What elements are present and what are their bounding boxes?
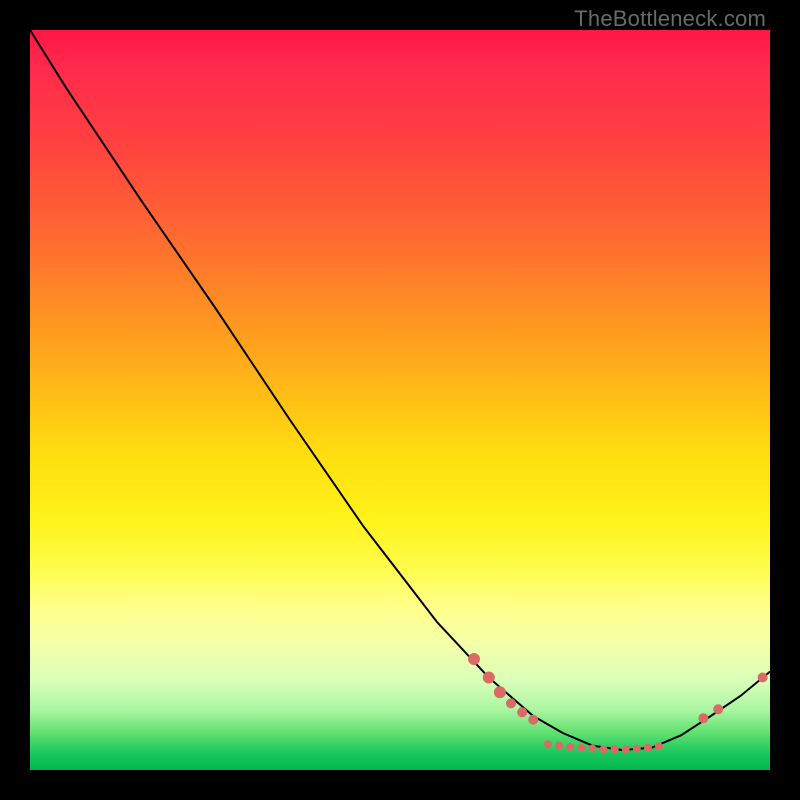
data-point (506, 698, 516, 708)
plot-area (30, 30, 770, 770)
data-point (698, 713, 708, 723)
data-points-group (468, 653, 768, 753)
data-point (713, 704, 723, 714)
data-point (517, 707, 527, 717)
data-point (555, 742, 563, 750)
watermark-text: TheBottleneck.com (574, 6, 766, 32)
chart-svg (30, 30, 770, 770)
data-point (611, 745, 619, 753)
data-point (758, 673, 768, 683)
data-point (566, 743, 574, 751)
data-point (528, 715, 538, 725)
data-point (577, 744, 585, 752)
data-point (588, 745, 596, 753)
data-point (633, 745, 641, 753)
data-point (544, 740, 552, 748)
chart-container: TheBottleneck.com (0, 0, 800, 800)
data-point (468, 653, 480, 665)
data-point (644, 744, 652, 752)
data-point (655, 742, 663, 750)
data-point (600, 745, 608, 753)
data-point (622, 745, 630, 753)
data-point (483, 672, 495, 684)
data-point (494, 686, 506, 698)
curve-line (30, 30, 770, 750)
